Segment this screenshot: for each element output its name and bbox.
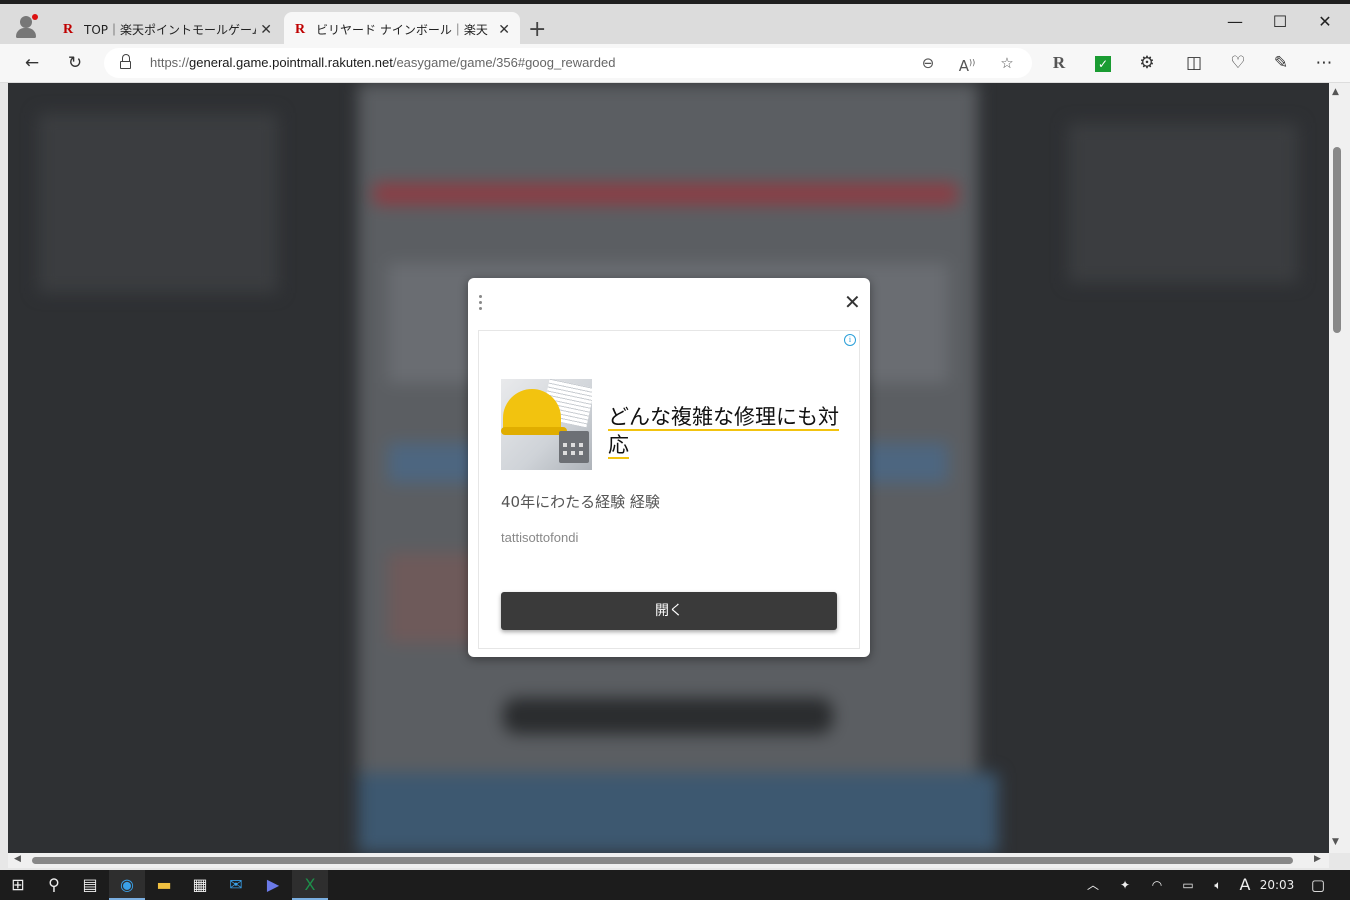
ad-menu-icon[interactable] <box>478 295 484 315</box>
browser-toolbar: ← ↻ https://general.game.pointmall.rakut… <box>0 44 1350 83</box>
tab-title: TOP｜楽天ポイントモールゲームセンター <box>84 23 256 37</box>
lock-icon[interactable] <box>120 54 132 70</box>
media-player-icon[interactable]: ▶ <box>255 870 291 900</box>
vertical-scroll-thumb[interactable] <box>1333 147 1341 333</box>
close-window-button[interactable]: ✕ <box>1302 12 1348 31</box>
windows-taskbar: ⊞ ⚲ ▤ ◉ ▬ ▦ ✉ ▶ X ︿ ✦ ◠ ▭ 🔈︎ A 20:03 ▢ <box>0 870 1350 900</box>
new-tab-button[interactable]: + <box>528 18 546 42</box>
more-icon[interactable]: ⋯ <box>1310 50 1338 76</box>
horizontal-scrollbar[interactable]: ◀ ▶ <box>8 853 1329 868</box>
tab-strip: R TOP｜楽天ポイントモールゲームセンター ✕ R ビリヤード ナインボール｜… <box>0 0 1350 48</box>
close-ad-button[interactable]: ✕ <box>844 292 861 312</box>
mail-icon[interactable]: ✉ <box>218 870 254 900</box>
start-icon[interactable]: ⊞ <box>0 870 36 900</box>
volume-icon[interactable]: 🔈︎ <box>1204 870 1232 900</box>
rakuten-extension-icon[interactable]: R <box>1045 50 1073 76</box>
close-tab-icon[interactable]: ✕ <box>498 12 510 48</box>
tray-app-icon[interactable]: ✦ <box>1112 870 1138 900</box>
clock[interactable]: 20:03 <box>1258 870 1296 900</box>
show-hidden-icons-icon[interactable]: ︿ <box>1080 870 1106 900</box>
excel-icon[interactable]: X <box>292 870 328 900</box>
tab-top-game-center[interactable]: R TOP｜楽天ポイントモールゲームセンター ✕ <box>52 12 282 48</box>
tab-title: ビリヤード ナインボール｜楽天ポイントモール <box>316 23 488 37</box>
notifications-icon[interactable]: ▢ <box>1302 870 1334 900</box>
address-bar[interactable]: https://general.game.pointmall.rakuten.n… <box>104 48 1032 78</box>
ad-image-helmet[interactable] <box>501 379 592 470</box>
search-icon[interactable]: ⚲ <box>36 870 72 900</box>
battery-icon[interactable]: ▭ <box>1174 870 1202 900</box>
scroll-left-icon[interactable]: ◀ <box>14 854 21 864</box>
store-icon[interactable]: ▦ <box>182 870 218 900</box>
tab-billiards-nineball[interactable]: R ビリヤード ナインボール｜楽天ポイントモール ✕ <box>284 12 520 48</box>
edge-taskbar-icon[interactable]: ◉ <box>109 870 145 900</box>
file-explorer-icon[interactable]: ▬ <box>146 870 182 900</box>
refresh-icon[interactable]: ↻ <box>61 50 89 76</box>
scroll-down-icon[interactable]: ▼ <box>1332 837 1339 847</box>
close-tab-icon[interactable]: ✕ <box>260 12 272 48</box>
maximize-button[interactable]: ☐ <box>1257 12 1303 31</box>
copilot-icon[interactable]: ✎ <box>1267 50 1295 76</box>
ad-card[interactable]: i どんな複雑な修理にも対応 40年にわたる経験 経験 tattisottofo… <box>478 330 860 649</box>
read-aloud-icon[interactable]: A)) <box>954 51 980 75</box>
ime-indicator[interactable]: A <box>1234 870 1256 900</box>
back-icon[interactable]: ← <box>18 50 46 76</box>
browser-window: R TOP｜楽天ポイントモールゲームセンター ✕ R ビリヤード ナインボール｜… <box>0 0 1350 900</box>
extensions-icon[interactable]: ⚙ <box>1133 50 1161 76</box>
profile-icon[interactable] <box>14 14 40 40</box>
ad-headline[interactable]: どんな複雑な修理にも対応 <box>608 403 848 459</box>
zoom-out-icon[interactable]: ⊖ <box>915 51 941 75</box>
favorite-star-icon[interactable]: ☆ <box>994 51 1020 75</box>
rakuten-favicon-icon: R <box>294 22 306 37</box>
rewarded-ad-modal: ✕ i どんな複雑な修理にも対応 40年にわたる経験 経験 tattisotto… <box>468 278 870 657</box>
rakuten-favicon-icon: R <box>62 22 74 37</box>
checkmark-extension-icon[interactable]: ✓ <box>1089 50 1117 76</box>
ad-description: 40年にわたる経験 経験 <box>501 493 660 511</box>
scroll-up-icon[interactable]: ▲ <box>1332 87 1339 97</box>
minimize-button[interactable]: — <box>1212 12 1258 31</box>
task-view-icon[interactable]: ▤ <box>72 870 108 900</box>
scroll-right-icon[interactable]: ▶ <box>1314 854 1321 864</box>
horizontal-scroll-thumb[interactable] <box>32 857 1293 864</box>
split-screen-icon[interactable]: ◫ <box>1180 50 1208 76</box>
wifi-icon[interactable]: ◠ <box>1144 870 1170 900</box>
url-text[interactable]: https://general.game.pointmall.rakuten.n… <box>150 48 615 78</box>
browser-essentials-icon[interactable]: ♡ <box>1224 50 1252 76</box>
vertical-scrollbar[interactable]: ▲ ▼ <box>1329 83 1350 853</box>
ad-advertiser: tattisottofondi <box>501 530 579 545</box>
ad-info-icon[interactable]: i <box>844 334 856 346</box>
ad-open-button[interactable]: 開く <box>501 592 837 630</box>
